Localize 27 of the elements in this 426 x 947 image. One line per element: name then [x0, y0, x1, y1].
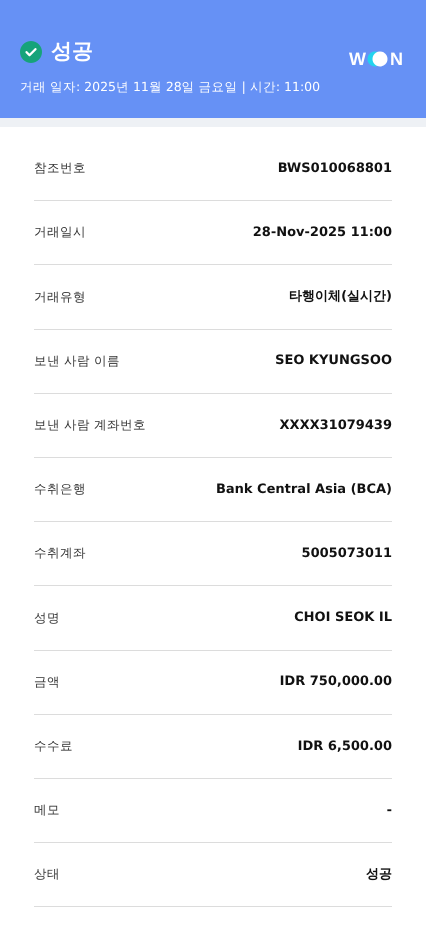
detail-label: 거래일시 [34, 223, 86, 242]
detail-value: 5005073011 [302, 544, 392, 563]
detail-label: 보낸 사람 계좌번호 [34, 416, 146, 434]
detail-label: 수수료 [34, 736, 73, 755]
detail-label: 수취은행 [34, 480, 86, 498]
brand-logo: W N [349, 48, 403, 70]
detail-value: IDR 750,000.00 [280, 673, 392, 692]
detail-label: 수취계좌 [34, 544, 86, 562]
detail-label: 참조번호 [34, 159, 86, 178]
detail-value: CHOI SEOK IL [294, 609, 392, 628]
detail-label: 보낸 사람 이름 [34, 352, 120, 370]
detail-value: - [386, 802, 392, 820]
detail-value: 성공 [366, 866, 392, 884]
detail-label: 메모 [34, 801, 60, 820]
detail-value: 28-Nov-2025 11:00 [252, 224, 392, 242]
detail-value: Bank Central Asia (BCA) [216, 480, 392, 499]
detail-label: 금액 [34, 672, 60, 691]
detail-value: BWS010068801 [278, 160, 392, 178]
detail-label: 성명 [34, 608, 60, 627]
transaction-date: 거래 일자: 2025년 11월 28일 금요일 | 시간: 11:00 [20, 78, 320, 96]
detail-value: 타행이체(실시간) [289, 288, 392, 306]
status-title: 성공 [51, 38, 93, 65]
detail-label: 거래유형 [34, 288, 86, 306]
detail-label: 상태 [34, 865, 60, 884]
detail-value: SEO KYUNGSOO [275, 352, 392, 370]
detail-value: IDR 6,500.00 [298, 738, 392, 756]
detail-value: XXXX31079439 [280, 416, 392, 435]
